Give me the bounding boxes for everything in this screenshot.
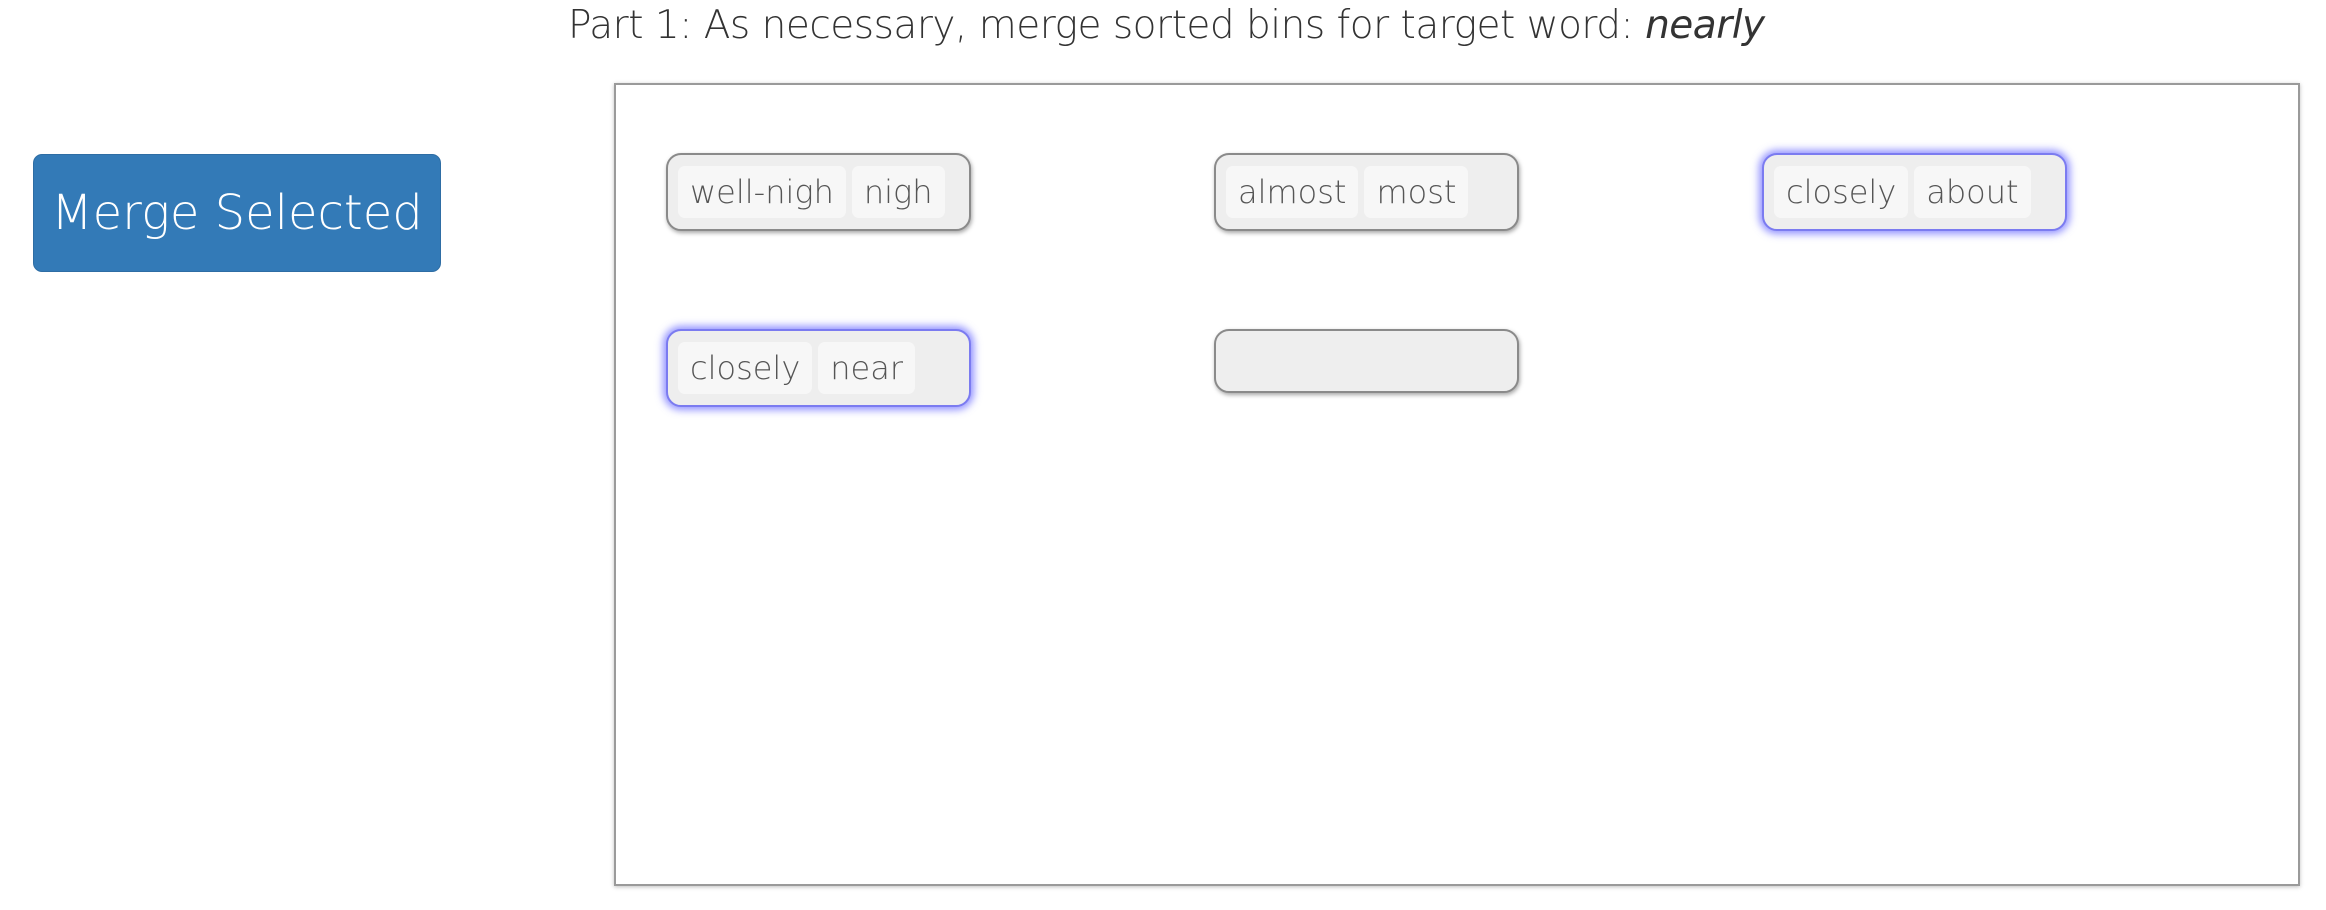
word-chip[interactable]: most — [1364, 166, 1469, 218]
instruction-heading: Part 1: As necessary, merge sorted bins … — [568, 0, 1765, 52]
word-chip[interactable]: closely — [678, 342, 813, 394]
instruction-text: Part 1: As necessary, merge sorted bins … — [568, 3, 1646, 48]
merge-selected-button[interactable]: Merge Selected — [33, 154, 441, 272]
page: Part 1: As necessary, merge sorted bins … — [0, 0, 2326, 910]
bin[interactable]: closely about — [1762, 153, 2067, 231]
bin[interactable]: closely near — [666, 329, 971, 407]
word-chip[interactable]: near — [818, 342, 915, 394]
bin-area: well-nigh nigh almost most closely about… — [614, 83, 2300, 886]
bin[interactable]: well-nigh nigh — [666, 153, 971, 231]
word-chip[interactable]: about — [1914, 166, 2031, 218]
empty-bin[interactable] — [1214, 329, 1519, 393]
word-chip[interactable]: nigh — [851, 166, 945, 218]
word-chip[interactable]: almost — [1226, 166, 1359, 218]
bin[interactable]: almost most — [1214, 153, 1519, 231]
word-chip[interactable]: closely — [1774, 166, 1909, 218]
target-word: nearly — [1645, 3, 1765, 48]
word-chip[interactable]: well-nigh — [678, 166, 846, 218]
